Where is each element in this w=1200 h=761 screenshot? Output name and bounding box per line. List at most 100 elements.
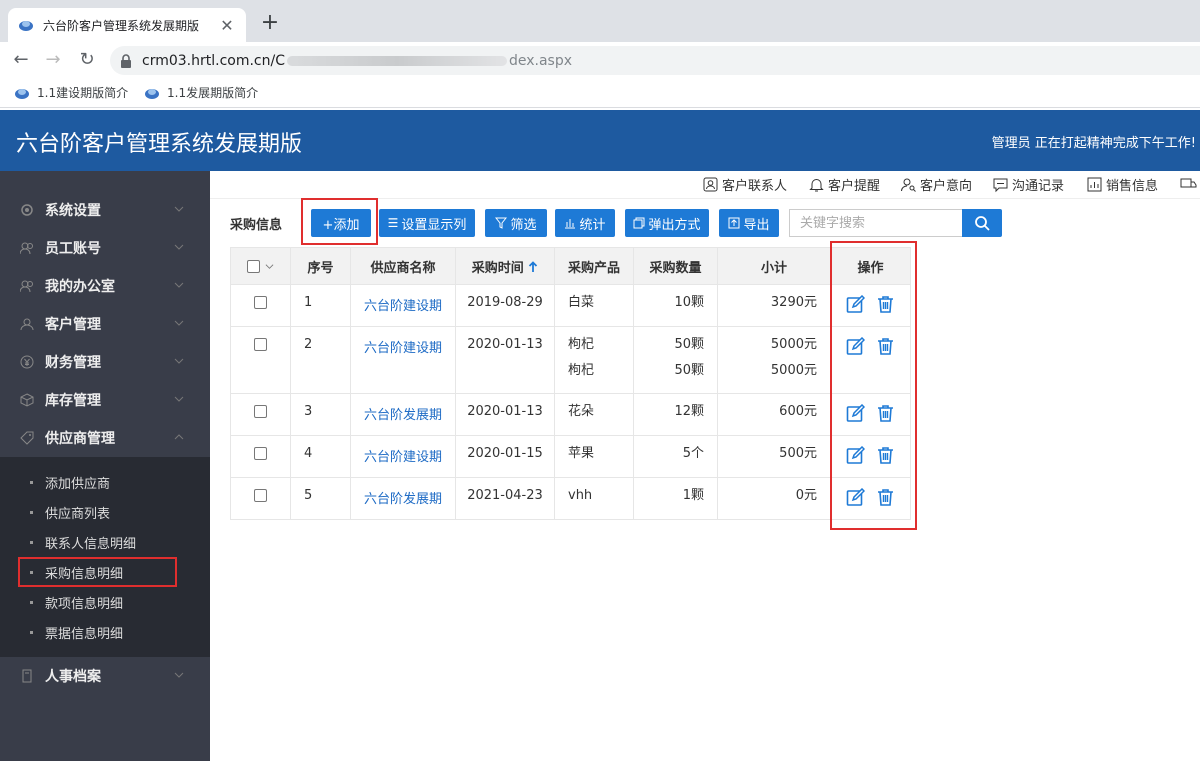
submenu-item-supplier-list[interactable]: 供应商列表 <box>0 497 210 527</box>
sidebar-item-staff-accounts[interactable]: 员工账号 <box>0 229 210 267</box>
popup-mode-button[interactable]: 弹出方式 <box>625 209 709 237</box>
column-header[interactable]: 采购产品 <box>554 247 634 285</box>
row-checkbox[interactable] <box>254 405 267 418</box>
row-select-cell <box>230 477 291 520</box>
row-checkbox[interactable] <box>254 447 267 460</box>
submenu-item-invoice-details[interactable]: 票据信息明细 <box>0 617 210 647</box>
cell-subtotal: 3290元 <box>717 284 831 327</box>
list-icon: ☰ <box>387 216 399 230</box>
select-all-checkbox[interactable] <box>247 259 261 273</box>
sidebar-item-label: 客户管理 <box>45 317 101 333</box>
sidebar-item-hr-records[interactable]: 人事档案 <box>0 657 210 695</box>
forward-icon[interactable]: → <box>42 49 64 71</box>
cell-line: 12颗 <box>674 404 704 419</box>
search-button[interactable] <box>962 209 1002 237</box>
sidebar-item-finance-management[interactable]: 财务管理 <box>0 343 210 381</box>
quick-nav-reminders[interactable]: 客户提醒 <box>808 175 880 194</box>
row-checkbox[interactable] <box>254 489 267 502</box>
column-header: 操作 <box>830 247 911 285</box>
table-row: 1 六台阶建设期 2019-08-29 白菜 10颗 3290元 <box>230 284 911 327</box>
bar-chart-icon <box>565 219 576 229</box>
submenu-item-payment-details[interactable]: 款项信息明细 <box>0 587 210 617</box>
sidebar-item-label: 供应商管理 <box>45 431 115 447</box>
delete-icon[interactable] <box>876 337 895 356</box>
browser-tabstrip: 六台阶客户管理系统发展期版 ✕ + <box>0 0 1200 42</box>
bookmarks-bar: 1.1建设期版简介 1.1发展期版简介 <box>0 78 1200 108</box>
quick-nav-intentions[interactable]: 客户意向 <box>900 175 972 194</box>
export-icon <box>728 217 740 229</box>
supplier-link[interactable]: 六台阶发展期 <box>350 393 456 436</box>
edit-icon[interactable] <box>846 337 865 356</box>
column-header[interactable]: 序号 <box>290 247 351 285</box>
edit-icon[interactable] <box>846 295 865 314</box>
cell-date: 2020-01-13 <box>455 326 555 394</box>
edit-icon[interactable] <box>846 488 865 507</box>
quick-nav-communication[interactable]: 沟通记录 <box>992 175 1064 194</box>
chart-icon <box>1087 177 1102 192</box>
main-content: 采购信息 +添加 ☰ 设置显示列 筛选 统计 弹出方式 导出 序号 <box>210 198 1200 761</box>
cell-quantity: 50颗 50颗 <box>633 326 718 394</box>
cell-subtotal: 5000元 5000元 <box>717 326 831 394</box>
quick-nav-truncated[interactable] <box>1180 175 1200 192</box>
row-checkbox[interactable] <box>254 338 267 351</box>
column-header[interactable]: 供应商名称 <box>350 247 456 285</box>
sidebar-item-my-office[interactable]: 我的办公室 <box>0 267 210 305</box>
cell-subtotal: 600元 <box>717 393 831 436</box>
submenu-item-contact-details[interactable]: 联系人信息明细 <box>0 527 210 557</box>
submenu-item-purchase-details[interactable]: 采购信息明细 <box>0 557 210 587</box>
delete-icon[interactable] <box>876 446 895 465</box>
table-row: 4 六台阶建设期 2020-01-15 苹果 5个 500元 <box>230 435 911 478</box>
bookmark-2[interactable]: 1.1发展期版简介 <box>144 84 258 101</box>
supplier-link[interactable]: 六台阶发展期 <box>350 477 456 520</box>
set-columns-button[interactable]: ☰ 设置显示列 <box>379 209 475 237</box>
supplier-link[interactable]: 六台阶建设期 <box>350 284 456 327</box>
new-tab-icon[interactable]: + <box>258 12 282 36</box>
edit-icon[interactable] <box>846 446 865 465</box>
quick-nav-sales[interactable]: 销售信息 <box>1086 175 1158 194</box>
statistics-button[interactable]: 统计 <box>555 209 615 237</box>
filter-button[interactable]: 筛选 <box>485 209 547 237</box>
bookmark-1[interactable]: 1.1建设期版简介 <box>14 84 128 101</box>
cell-no: 1 <box>290 284 351 327</box>
close-tab-icon[interactable]: ✕ <box>218 16 236 35</box>
select-all-header[interactable] <box>230 247 291 285</box>
column-header-date[interactable]: 采购时间 <box>455 247 555 285</box>
reload-icon[interactable]: ↻ <box>76 49 98 71</box>
row-checkbox[interactable] <box>254 296 267 309</box>
export-button[interactable]: 导出 <box>719 209 779 237</box>
back-icon[interactable]: ← <box>10 49 32 71</box>
chevron-down-icon <box>174 206 184 212</box>
sidebar-item-customer-management[interactable]: 客户管理 <box>0 305 210 343</box>
delete-icon[interactable] <box>876 404 895 423</box>
cell-quantity: 10颗 <box>633 284 718 327</box>
cell-no: 2 <box>290 326 351 394</box>
supplier-link[interactable]: 六台阶建设期 <box>350 435 456 478</box>
sidebar-item-inventory-management[interactable]: 库存管理 <box>0 381 210 419</box>
browser-tab[interactable]: 六台阶客户管理系统发展期版 ✕ <box>8 8 246 42</box>
url-input[interactable]: crm03.hrtl.com.cn/C dex.aspx <box>110 46 1200 75</box>
add-button[interactable]: +添加 <box>311 209 371 237</box>
column-header[interactable]: 采购数量 <box>633 247 718 285</box>
delete-icon[interactable] <box>876 488 895 507</box>
quick-nav-contacts[interactable]: 客户联系人 <box>702 175 787 194</box>
edit-icon[interactable] <box>846 404 865 423</box>
cell-operations <box>830 435 911 478</box>
cell-date: 2020-01-15 <box>455 435 555 478</box>
user-greeting: 管理员 正在打起精神完成下午工作! <box>991 136 1196 151</box>
column-header-label: 采购时间 <box>471 260 524 276</box>
sidebar-item-supplier-management[interactable]: 供应商管理 <box>0 419 210 457</box>
chevron-down-icon[interactable] <box>265 262 274 271</box>
sidebar-item-system-settings[interactable]: 系统设置 <box>0 191 210 229</box>
search-input[interactable] <box>789 209 963 237</box>
column-header[interactable]: 小计 <box>717 247 831 285</box>
submenu-item-add-supplier[interactable]: 添加供应商 <box>0 467 210 497</box>
cell-line: 50颗 <box>674 363 704 378</box>
cell-line: vhh <box>568 488 593 503</box>
sidebar-item-label: 系统设置 <box>45 203 101 219</box>
sort-ascending-icon[interactable] <box>528 260 538 273</box>
chat-icon <box>993 178 1008 193</box>
supplier-link[interactable]: 六台阶建设期 <box>350 326 456 394</box>
delete-icon[interactable] <box>876 295 895 314</box>
contact-card-icon <box>703 177 718 192</box>
bookmark-label: 1.1建设期版简介 <box>37 86 129 100</box>
